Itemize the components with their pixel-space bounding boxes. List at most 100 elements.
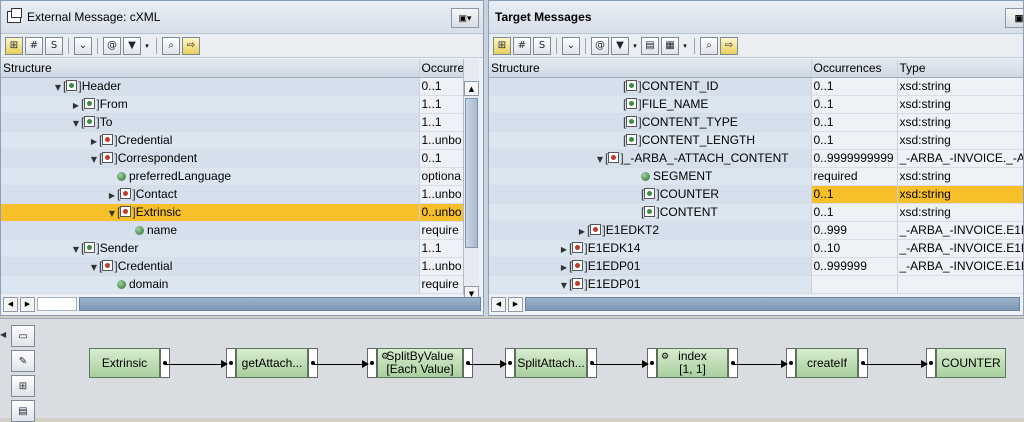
tree-row[interactable]: []FILE_NAME 0..1 xsd:string [489, 95, 1023, 114]
table-view-icon[interactable]: # [513, 36, 531, 55]
connector-line [593, 364, 643, 365]
tree-view-icon[interactable]: ⊞ [5, 36, 23, 55]
tree-row[interactable]: ▼[]_-ARBA_-ATTACH_CONTENT 0..9999999999 _-… [489, 149, 1023, 168]
tree-row[interactable]: []CONTENT_TYPE 0..1 xsd:string [489, 113, 1023, 132]
tree-row[interactable]: ▼[]Extrinsic 0..unbo [1, 203, 463, 222]
expanded-toggle-icon[interactable]: ▼ [595, 155, 605, 164]
tree-row[interactable]: ▼[]To 1..1 [1, 113, 463, 132]
collapsed-toggle-icon[interactable]: ▶ [107, 191, 117, 200]
tree-row[interactable]: []CONTENT 0..1 xsd:string [489, 203, 1023, 222]
dependencies-icon[interactable]: ⊞ [11, 375, 35, 397]
tree-row[interactable]: ▼[]Correspondent 0..1 [1, 149, 463, 168]
field-icon[interactable]: @ [591, 36, 609, 55]
source-field-extrinsic[interactable]: Extrinsic [89, 348, 160, 378]
tree-row[interactable]: []COUNTER 0..1 xsd:string [489, 185, 1023, 204]
output-port[interactable] [587, 348, 597, 378]
function-splitattach[interactable]: SplitAttach... [515, 348, 587, 378]
tree-row[interactable]: ▶[]E1EDP01 0..999999 _-ARBA_-INVOICE.E1E [489, 257, 1023, 276]
collapsed-toggle-icon[interactable]: ▶ [559, 263, 569, 272]
binoculars-icon[interactable]: ⌕ [162, 36, 180, 55]
clipboard-icon[interactable]: ▤ [11, 400, 35, 422]
expanded-toggle-icon[interactable]: ▼ [71, 119, 81, 128]
tree-row[interactable]: ▶[]E1EDKT2 0..999 _-ARBA_-INVOICE.E1E [489, 221, 1023, 240]
expanded-toggle-icon[interactable]: ▼ [559, 281, 569, 290]
function-splitbyvalue[interactable]: ⚙ SplitByValue [Each Value] [377, 348, 463, 378]
scroll-thumb[interactable] [465, 98, 478, 248]
scroll-left-icon[interactable]: ◀ [3, 296, 18, 312]
pane-menu-button[interactable]: ▣ [1005, 8, 1023, 28]
collapsed-toggle-icon[interactable]: ▶ [89, 137, 99, 146]
arrow-icon [642, 360, 649, 368]
filter-dropdown-icon[interactable]: ▾ [143, 42, 151, 50]
output-port[interactable] [463, 348, 473, 378]
src-view-icon[interactable]: S [45, 36, 63, 55]
tree-row[interactable]: ▶[]From 1..1 [1, 95, 463, 114]
page-icon[interactable]: ▤ [641, 36, 659, 55]
tree-row[interactable]: name require [1, 221, 463, 240]
display-icon[interactable]: ▦ [661, 36, 679, 55]
function-getattach[interactable]: getAttach... [236, 348, 308, 378]
export-icon[interactable]: ⇨ [720, 36, 738, 55]
scroll-right-icon[interactable]: ▶ [508, 296, 523, 312]
collapsed-toggle-icon[interactable]: ▶ [71, 101, 81, 110]
expanded-toggle-icon[interactable]: ▼ [107, 209, 117, 218]
scroll-right-icon[interactable]: ▶ [20, 296, 35, 312]
tree-row[interactable]: ▼[]Sender 1..1 [1, 239, 463, 258]
tree-row[interactable]: []CONTENT_ID 0..1 xsd:string [489, 77, 1023, 96]
display-dropdown-icon[interactable]: ▾ [681, 42, 689, 50]
binoculars-icon[interactable]: ⌕ [700, 36, 718, 55]
expanded-toggle-icon[interactable]: ▼ [89, 155, 99, 164]
function-createif[interactable]: createIf [796, 348, 858, 378]
tree-row[interactable]: ▼[]Credential 1..unbo [1, 257, 463, 276]
column-header-structure[interactable]: Structure [1, 59, 420, 78]
filter-icon[interactable]: ▼ [611, 36, 629, 55]
tree-row[interactable]: preferredLanguage optiona [1, 167, 463, 186]
filter-icon[interactable]: ▼ [123, 36, 141, 55]
column-header-occurrences[interactable]: Occurrences [811, 59, 898, 78]
scroll-left-icon[interactable]: ◀ [491, 296, 506, 312]
output-port[interactable] [728, 348, 738, 378]
node-label: Credential [117, 133, 173, 147]
expanded-toggle-icon[interactable]: ▼ [53, 83, 63, 92]
source-vertical-scrollbar[interactable]: ▲ ▼ [463, 59, 479, 301]
field-icon[interactable]: @ [103, 36, 121, 55]
output-port[interactable] [160, 348, 170, 378]
tree-row[interactable]: SEGMENT required xsd:string [489, 167, 1023, 186]
column-header-occurrences[interactable]: Occurre [419, 59, 463, 78]
tree-row[interactable]: ▶[]E1EDK14 0..10 _-ARBA_-INVOICE.E1E [489, 239, 1023, 258]
collapse-icon[interactable]: ⌄ [562, 36, 580, 55]
target-horizontal-scrollbar[interactable]: ◀ ▶ [489, 296, 1020, 312]
pane-menu-button[interactable]: ▣▾ [451, 8, 479, 28]
filter-dropdown-icon[interactable]: ▾ [631, 42, 639, 50]
type-cell: xsd:string [897, 131, 1023, 150]
collapsed-toggle-icon[interactable]: ▶ [577, 227, 587, 236]
tree-row[interactable]: domain require [1, 275, 463, 294]
collapse-arrow-icon[interactable]: ◀ [0, 330, 8, 352]
table-view-icon[interactable]: # [25, 36, 43, 55]
tree-row[interactable]: ▶[]Credential 1..unbo [1, 131, 463, 150]
export-icon[interactable]: ⇨ [182, 36, 200, 55]
hscroll-thumb[interactable] [79, 297, 481, 311]
node-label: Credential [117, 259, 173, 273]
output-port[interactable] [308, 348, 318, 378]
function-index[interactable]: ⚙ index [1, 1] [657, 348, 728, 378]
tree-row[interactable]: ▶[]Contact 1..unbo [1, 185, 463, 204]
new-function-icon[interactable]: ▭ [11, 325, 35, 347]
hscroll-thumb[interactable] [525, 297, 1020, 311]
collapse-icon[interactable]: ⌄ [74, 36, 92, 55]
column-header-type[interactable]: Type [897, 59, 1023, 78]
column-header-structure[interactable]: Structure [489, 59, 812, 78]
tree-row[interactable]: []CONTENT_LENGTH 0..1 xsd:string [489, 131, 1023, 150]
scroll-up-icon[interactable]: ▲ [464, 81, 479, 96]
tree-view-icon[interactable]: ⊞ [493, 36, 511, 55]
tree-row[interactable]: ▼[]Header 0..1 [1, 77, 463, 96]
output-port[interactable] [858, 348, 868, 378]
expanded-toggle-icon[interactable]: ▼ [71, 245, 81, 254]
src-view-icon[interactable]: S [533, 36, 551, 55]
tree-row[interactable]: ▼[]E1EDP01 [489, 275, 1023, 294]
source-horizontal-scrollbar[interactable]: ◀ ▶ ◀ ▶ [1, 296, 483, 312]
pencil-icon[interactable]: ✎ [11, 350, 35, 372]
target-field-counter[interactable]: COUNTER [936, 348, 1006, 378]
expanded-toggle-icon[interactable]: ▼ [89, 263, 99, 272]
collapsed-toggle-icon[interactable]: ▶ [559, 245, 569, 254]
